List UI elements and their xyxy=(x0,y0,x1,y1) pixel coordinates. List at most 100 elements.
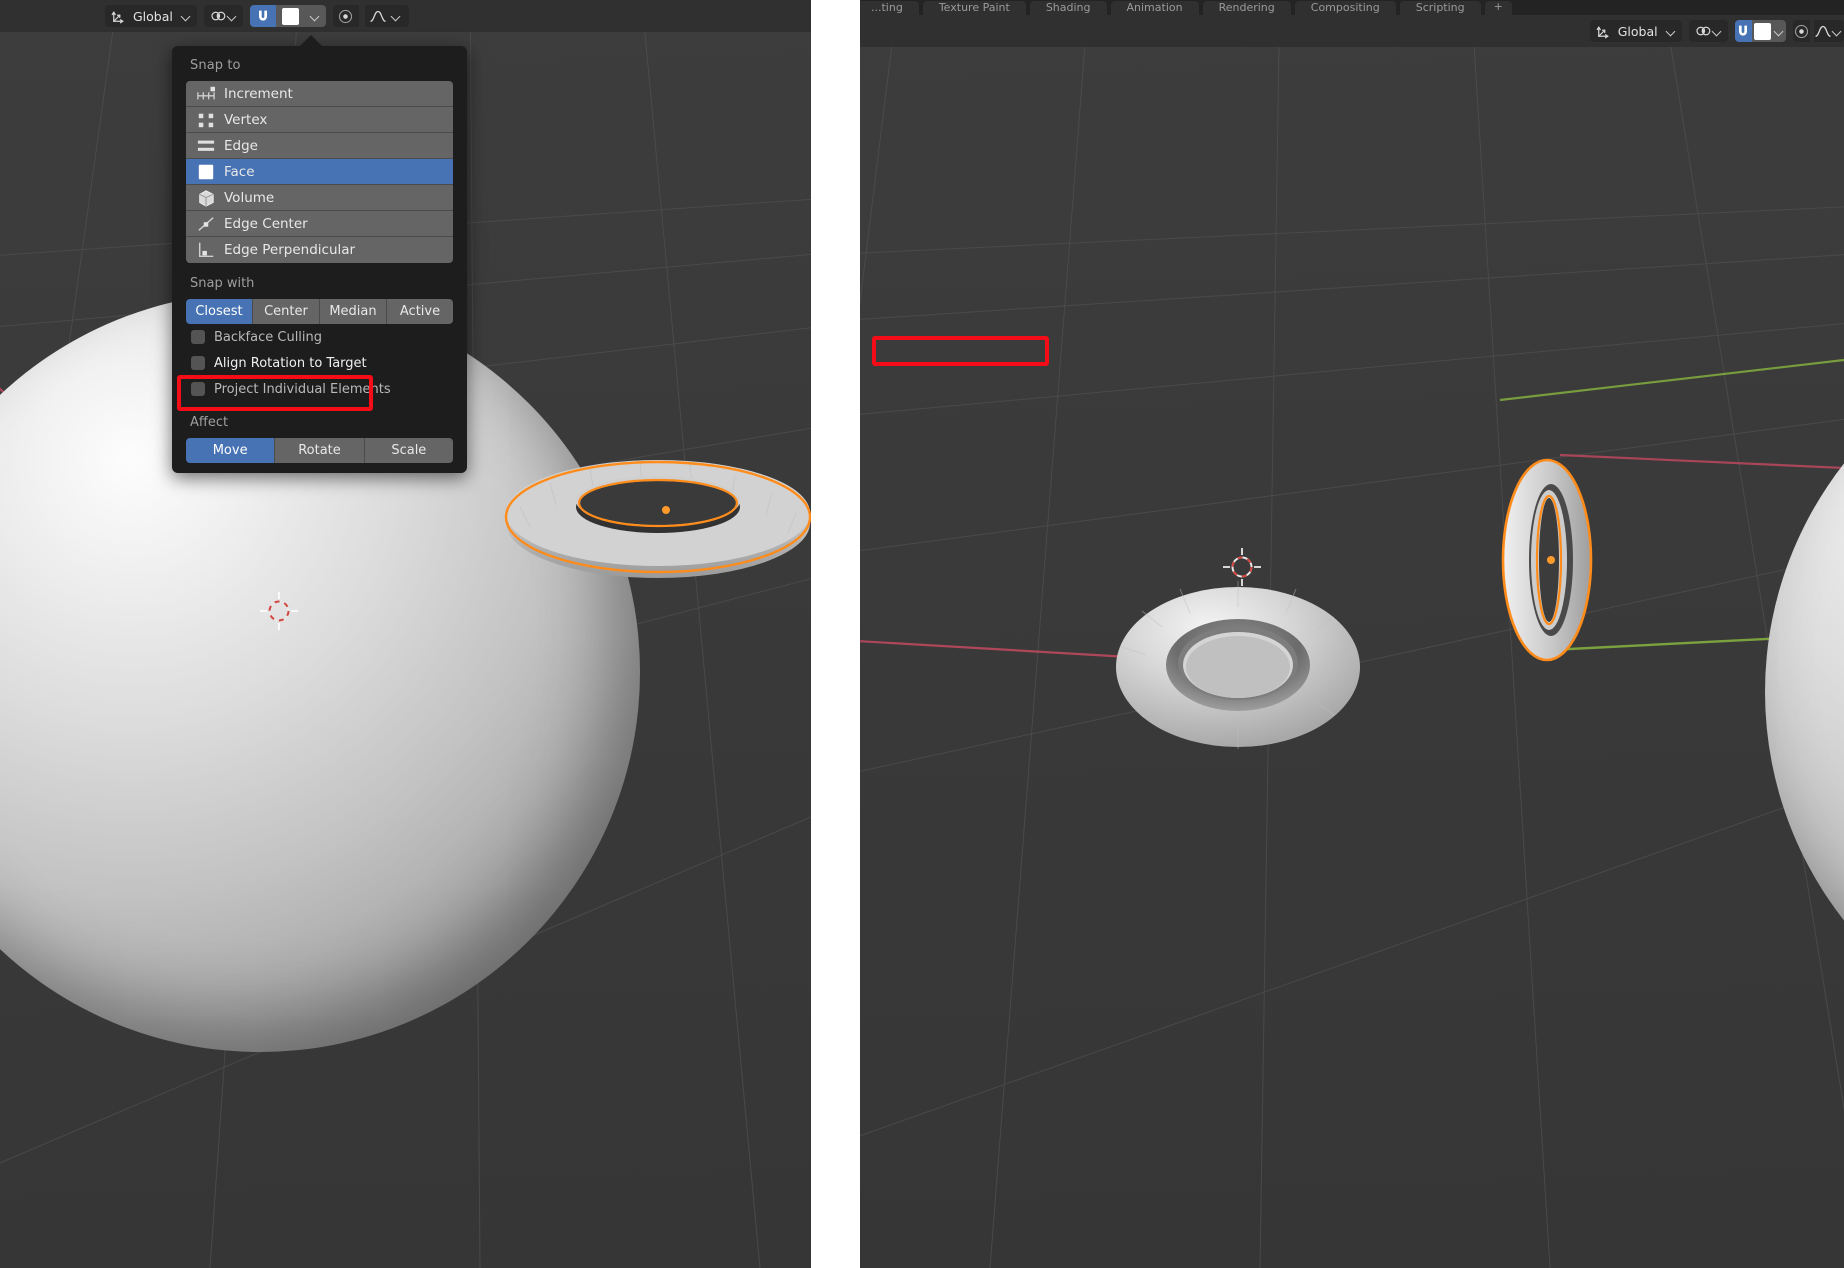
proportional-editing-group-left[interactable] xyxy=(333,5,409,27)
viewport-panel-right: ...ting Texture Paint Shading Animation … xyxy=(860,0,1844,1268)
proportional-editing-icon xyxy=(1793,23,1810,40)
checkbox-backface-culling-left[interactable]: Backface Culling xyxy=(172,324,467,350)
3d-viewport-right[interactable] xyxy=(860,0,1844,1268)
workspace-tabs[interactable]: ...ting Texture Paint Shading Animation … xyxy=(860,0,1512,15)
snap-to-item-vertex[interactable]: Vertex xyxy=(186,107,453,133)
checkbox-label: Backface Culling xyxy=(214,330,322,345)
transform-orientation-dropdown-right[interactable]: Global xyxy=(1590,20,1682,42)
falloff-type-button-right[interactable] xyxy=(1814,20,1832,42)
face-icon xyxy=(282,8,299,25)
proportional-editing-toggle-left[interactable] xyxy=(333,5,359,27)
snap-item-label: Face xyxy=(224,164,255,180)
snap-to-title: Snap to xyxy=(172,54,467,81)
snap-with-center[interactable]: Center xyxy=(253,299,320,324)
snap-to-list-left[interactable]: Increment Vertex Edge xyxy=(186,81,453,263)
workspace-tab-compositing[interactable]: Compositing xyxy=(1295,1,1396,15)
magnet-toggle-right[interactable] xyxy=(1735,20,1753,42)
proportional-editing-group-right[interactable] xyxy=(1793,20,1844,42)
checkbox-align-rotation-to-target-left[interactable]: Align Rotation to Target xyxy=(172,350,467,376)
transform-orientation-value: Global xyxy=(128,9,181,24)
snap-to-item-edge[interactable]: Edge xyxy=(186,133,453,159)
transform-orientation-icon xyxy=(110,7,128,25)
falloff-dropdown-left[interactable] xyxy=(391,5,409,27)
snap-to-item-volume[interactable]: Volume xyxy=(186,185,453,211)
snap-with-median[interactable]: Median xyxy=(320,299,387,324)
snap-element-dropdown-right[interactable] xyxy=(1772,20,1785,42)
snap-to-item-increment[interactable]: Increment xyxy=(186,81,453,107)
chevron-down-icon xyxy=(310,11,321,22)
panel-divider xyxy=(811,0,860,1268)
snap-link-icon xyxy=(209,7,227,25)
falloff-dropdown-right[interactable] xyxy=(1832,20,1844,42)
snap-with-active[interactable]: Active xyxy=(387,299,453,324)
chevron-down-icon xyxy=(1774,26,1785,37)
snap-item-label: Increment xyxy=(224,86,293,102)
snap-item-label: Vertex xyxy=(224,112,267,128)
affect-options-left[interactable]: Move Rotate Scale xyxy=(186,438,453,463)
snap-element-dropdown-left[interactable] xyxy=(306,5,326,27)
screenshot-root: Global xyxy=(0,0,1844,1268)
workspace-tab-texture-paint[interactable]: Texture Paint xyxy=(923,1,1026,15)
snap-to-item-edge-perpendicular[interactable]: Edge Perpendicular xyxy=(186,237,453,263)
snap-controls-left[interactable] xyxy=(250,5,326,27)
magnet-toggle-left[interactable] xyxy=(250,5,276,27)
volume-icon xyxy=(195,189,217,207)
object-origin-icon xyxy=(662,506,670,514)
workspace-tab-scripting[interactable]: Scripting xyxy=(1400,1,1481,15)
checkbox-box[interactable] xyxy=(191,356,205,370)
snap-target-dropdown-left[interactable] xyxy=(204,5,243,27)
chevron-down-icon[interactable] xyxy=(1666,26,1677,37)
affect-scale[interactable]: Scale xyxy=(365,438,453,463)
chevron-down-icon[interactable] xyxy=(227,11,238,22)
face-icon xyxy=(195,163,217,181)
snap-controls-right[interactable] xyxy=(1735,20,1786,42)
workspace-tab-shading[interactable]: Shading xyxy=(1030,1,1107,15)
add-workspace-button[interactable]: + xyxy=(1485,1,1512,15)
proportional-editing-toggle-right[interactable] xyxy=(1793,20,1810,42)
transform-orientation-dropdown-left[interactable]: Global xyxy=(105,5,197,27)
snap-to-item-edge-center[interactable]: Edge Center xyxy=(186,211,453,237)
workspace-tab-0[interactable]: ...ting xyxy=(860,1,919,15)
snap-with-closest[interactable]: Closest xyxy=(186,299,253,324)
falloff-type-button-left[interactable] xyxy=(365,5,391,27)
snap-to-item-face[interactable]: Face xyxy=(186,159,453,185)
checkbox-project-individual-elements-left[interactable]: Project Individual Elements xyxy=(172,376,467,402)
affect-rotate[interactable]: Rotate xyxy=(275,438,364,463)
falloff-curve-icon xyxy=(369,8,387,24)
snapping-popover-left[interactable]: Snap to Increment Verte xyxy=(172,46,467,473)
edge-icon xyxy=(195,137,217,155)
chevron-down-icon xyxy=(1832,26,1843,37)
affect-move[interactable]: Move xyxy=(186,438,275,463)
snap-item-label: Edge Center xyxy=(224,216,308,232)
snap-element-face-button-right[interactable] xyxy=(1752,20,1772,42)
viewport-panel-left: Global xyxy=(0,0,811,1268)
3d-cursor-icon xyxy=(1223,548,1261,586)
snap-target-dropdown-right[interactable] xyxy=(1689,20,1728,42)
snap-with-options-left[interactable]: Closest Center Median Active xyxy=(186,299,453,324)
vertex-icon xyxy=(195,111,217,129)
snap-item-label: Edge xyxy=(224,138,258,154)
workspace-tab-animation[interactable]: Animation xyxy=(1111,1,1199,15)
checkbox-label: Align Rotation to Target xyxy=(214,356,367,371)
chevron-down-icon[interactable] xyxy=(1712,26,1723,37)
workspace-tab-rendering[interactable]: Rendering xyxy=(1203,1,1291,15)
torus-object-right-edge[interactable] xyxy=(1475,455,1595,665)
snap-element-face-button-left[interactable] xyxy=(276,5,306,27)
transform-orientation-value: Global xyxy=(1613,24,1666,39)
snap-link-icon xyxy=(1694,22,1712,40)
snap-with-title: Snap with xyxy=(172,263,467,299)
tool-header-right: Global xyxy=(860,15,1844,47)
chevron-down-icon[interactable] xyxy=(181,11,192,22)
tool-header-left: Global xyxy=(0,0,811,32)
checkbox-box[interactable] xyxy=(191,330,205,344)
increment-icon xyxy=(195,85,217,103)
snap-item-label: Volume xyxy=(224,190,274,206)
magnet-icon xyxy=(1735,23,1751,39)
checkbox-box[interactable] xyxy=(191,382,205,396)
affect-title: Affect xyxy=(172,402,467,438)
torus-object-right[interactable] xyxy=(1108,575,1368,755)
torus-object-left[interactable] xyxy=(500,455,811,585)
object-origin-icon xyxy=(1547,556,1555,564)
chevron-down-icon xyxy=(391,11,402,22)
topbar-right: ...ting Texture Paint Shading Animation … xyxy=(860,0,1844,15)
